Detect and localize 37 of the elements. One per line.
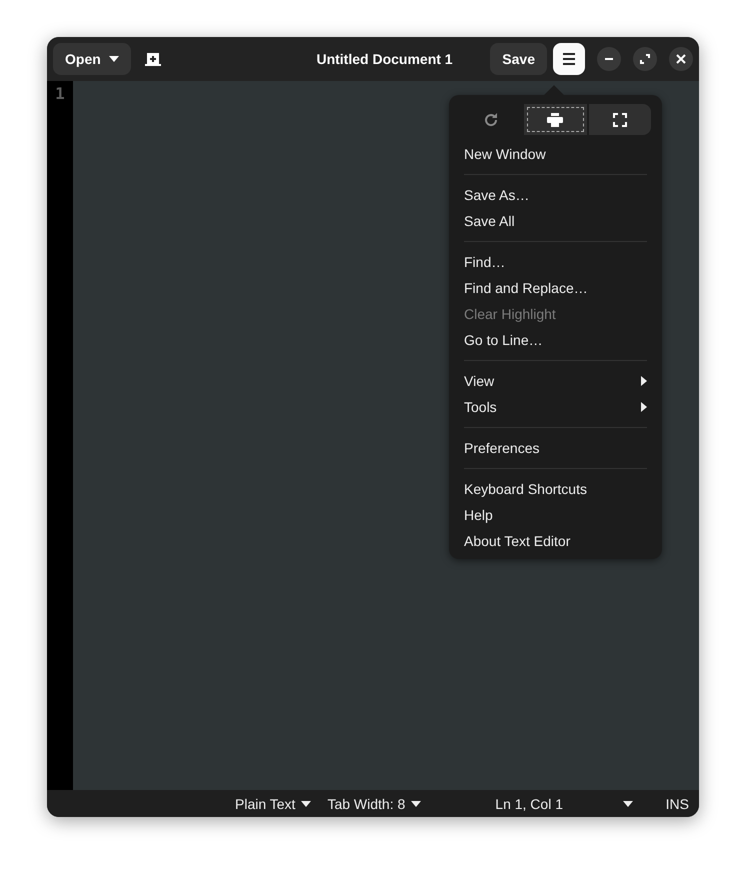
language-dropdown[interactable]: Plain Text	[227, 796, 320, 812]
open-button[interactable]: Open	[53, 43, 131, 75]
menu-icon	[562, 53, 576, 65]
printer-icon	[547, 112, 564, 126]
position-dropdown[interactable]: Ln 1, Col 1	[487, 796, 641, 812]
menu-item[interactable]: Find…	[464, 249, 647, 275]
fullscreen-button[interactable]	[588, 104, 651, 135]
print-button[interactable]	[524, 104, 587, 135]
menu-item[interactable]: Tools	[464, 394, 647, 420]
line-number: 1	[55, 84, 65, 103]
menu-item[interactable]: About Text Editor	[464, 528, 647, 554]
caret-icon	[301, 800, 312, 806]
save-button[interactable]: Save	[490, 43, 547, 75]
menu-item[interactable]: New Window	[464, 141, 647, 167]
menu-item[interactable]: Save As…	[464, 182, 647, 208]
caret-icon	[411, 800, 422, 806]
menu-item[interactable]: Help	[464, 502, 647, 528]
close-button[interactable]	[669, 47, 693, 71]
tab-width-dropdown[interactable]: Tab Width: 8	[319, 796, 430, 812]
menu-button[interactable]	[553, 43, 585, 75]
insert-mode: INS	[664, 796, 690, 812]
minimize-button[interactable]	[597, 47, 621, 71]
menu-item[interactable]: Save All	[464, 208, 647, 234]
menu-item[interactable]: Keyboard Shortcuts	[464, 476, 647, 502]
menu-item[interactable]: Find and Replace…	[464, 275, 647, 301]
menu-item[interactable]: Go to Line…	[464, 327, 647, 353]
maximize-button[interactable]	[633, 47, 657, 71]
reload-icon	[483, 112, 500, 128]
menu-item[interactable]: Preferences	[464, 435, 647, 461]
close-icon	[676, 54, 686, 64]
fullscreen-icon	[612, 112, 627, 126]
caret-icon	[108, 56, 119, 62]
caret-icon	[623, 800, 633, 806]
window-title: Untitled Document 1	[315, 51, 454, 67]
menu-item[interactable]: View	[464, 368, 647, 394]
maximize-icon	[640, 54, 650, 64]
new-tab-icon	[144, 52, 161, 66]
